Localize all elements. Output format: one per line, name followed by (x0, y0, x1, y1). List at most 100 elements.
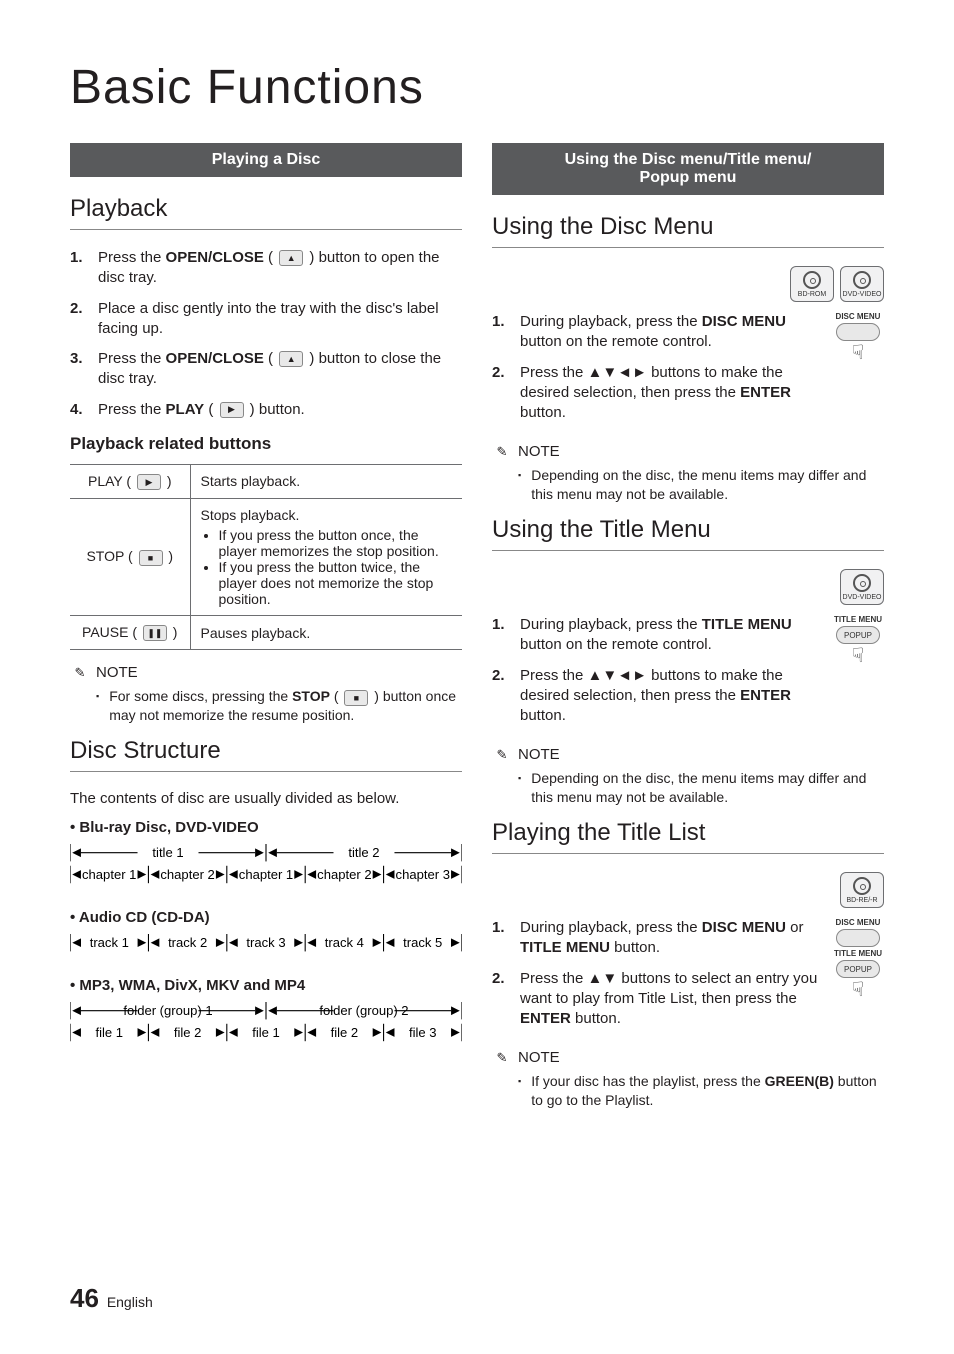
step-item: 4.Press the PLAY ( ▶ ) button. (70, 400, 462, 420)
remote-illustration: DISC MENU☟ (832, 312, 884, 363)
struct-diagram: title 1 title 2 chapter 1 chapter 2 chapter … (70, 842, 462, 901)
button-icon: ■ (139, 550, 163, 566)
step-item: 1.During playback, press the TITLE MENU … (492, 615, 822, 656)
note-text: Depending on the disc, the menu items ma… (531, 769, 884, 807)
step-item: 1.During playback, press the DISC MENU o… (492, 918, 822, 959)
button-icon: ▲ (279, 351, 303, 367)
disc-badge: BD-ROM (790, 266, 834, 302)
disc-badge: BD-RE/-R (840, 872, 884, 908)
button-icon: ▶ (137, 474, 161, 490)
button-icon: ▶ (220, 402, 244, 418)
note-text: For some discs, pressing the STOP ( ■ ) … (109, 687, 462, 725)
heading-related-buttons: Playback related buttons (70, 434, 462, 454)
hand-icon: ☟ (832, 980, 884, 1000)
bullet-square-icon: ▪ (96, 690, 99, 725)
step-item: 3.Press the OPEN/CLOSE ( ▲ ) button to c… (70, 349, 462, 390)
svg-text:track 1: track 1 (90, 935, 129, 950)
note-body: ▪ Depending on the disc, the menu items … (518, 769, 884, 807)
disc-badges: BD-RE/-R (492, 872, 884, 908)
step-item: 2.Press the ▲▼ buttons to select an entr… (492, 969, 822, 1030)
struct-head: Blu-ray Disc, DVD-VIDEO (70, 819, 462, 836)
note-icon: ✎ (492, 444, 512, 460)
note-header: ✎ NOTE (492, 443, 884, 460)
table-row: STOP ( ■ )Stops playback.If you press th… (70, 499, 462, 616)
page-number: 46 (70, 1283, 99, 1313)
note-label: NOTE (518, 746, 560, 763)
table-row: PLAY ( ▶ )Starts playback. (70, 464, 462, 498)
step-item: 2.Place a disc gently into the tray with… (70, 299, 462, 340)
note-body: ▪ Depending on the disc, the menu items … (518, 466, 884, 504)
note-body: ▪ For some discs, pressing the STOP ( ■ … (96, 687, 462, 725)
svg-text:track 3: track 3 (246, 935, 285, 950)
step-item: 2.Press the ▲▼◄► buttons to make the des… (492, 666, 822, 727)
heading-disc-structure: Disc Structure (70, 737, 462, 772)
note-header: ✎ NOTE (492, 1049, 884, 1066)
section-heading: Using the Title Menu (492, 516, 884, 551)
hand-icon: ☟ (832, 646, 884, 666)
table-row: PAUSE ( ❚❚ )Pauses playback. (70, 616, 462, 650)
playback-buttons-table: PLAY ( ▶ )Starts playback.STOP ( ■ )Stop… (70, 464, 462, 651)
svg-text:chapter 1: chapter 1 (239, 867, 293, 882)
disc-badge: DVD-VIDEO (840, 266, 884, 302)
note-icon: ✎ (492, 1050, 512, 1066)
right-column: Using the Disc menu/Title menu/ Popup me… (492, 143, 884, 1122)
note-icon: ✎ (492, 747, 512, 763)
svg-text:track 5: track 5 (403, 935, 442, 950)
button-icon: ❚❚ (143, 625, 167, 641)
section-bar-menus: Using the Disc menu/Title menu/ Popup me… (492, 143, 884, 195)
note-label: NOTE (96, 664, 138, 681)
page-language: English (107, 1294, 153, 1310)
svg-text:track 4: track 4 (325, 935, 364, 950)
remote-illustration: TITLE MENUPOPUP☟ (832, 615, 884, 666)
section-bar-playing-disc: Playing a Disc (70, 143, 462, 177)
left-column: Playing a Disc Playback 1.Press the OPEN… (70, 143, 462, 1122)
svg-text:file 2: file 2 (174, 1025, 202, 1040)
disc-badges: DVD-VIDEO (492, 569, 884, 605)
struct-diagram: folder (group) 1folder (group) 2file 1fi… (70, 1000, 462, 1059)
note-body: ▪ If your disc has the playlist, press t… (518, 1072, 884, 1110)
note-label: NOTE (518, 443, 560, 460)
note-label: NOTE (518, 1049, 560, 1066)
step-list: 1.During playback, press the TITLE MENU … (492, 615, 822, 726)
step-item: 1.Press the OPEN/CLOSE ( ▲ ) button to o… (70, 248, 462, 289)
struct-diagram: track 1 track 2 track 3 track 4 track 5 (70, 932, 462, 969)
struct-intro: The contents of disc are usually divided… (70, 790, 462, 807)
step-list: 1.During playback, press the DISC MENU b… (492, 312, 822, 423)
stop-icon: ■ (344, 690, 368, 706)
heading-playback: Playback (70, 195, 462, 230)
page-footer: 46 English (70, 1283, 153, 1314)
step-item: 2.Press the ▲▼◄► buttons to make the des… (492, 363, 822, 424)
svg-text:chapter 3: chapter 3 (396, 867, 450, 882)
struct-head: Audio CD (CD-DA) (70, 909, 462, 926)
bullet-square-icon: ▪ (518, 1075, 521, 1110)
svg-text:chapter 2: chapter 2 (317, 867, 371, 882)
svg-text:chapter 2: chapter 2 (160, 867, 214, 882)
content-columns: Playing a Disc Playback 1.Press the OPEN… (70, 143, 884, 1122)
note-text: If your disc has the playlist, press the… (531, 1072, 884, 1110)
svg-text:title 1: title 1 (152, 845, 183, 860)
section-heading: Playing the Title List (492, 819, 884, 854)
playback-steps: 1.Press the OPEN/CLOSE ( ▲ ) button to o… (70, 248, 462, 420)
struct-head: MP3, WMA, DivX, MKV and MP4 (70, 977, 462, 994)
svg-text:file 3: file 3 (409, 1025, 437, 1040)
section-heading: Using the Disc Menu (492, 213, 884, 248)
disc-badges: BD-ROMDVD-VIDEO (492, 266, 884, 302)
hand-icon: ☟ (832, 343, 884, 363)
svg-text:file 2: file 2 (331, 1025, 359, 1040)
svg-text:chapter 1: chapter 1 (82, 867, 136, 882)
svg-text:file 1: file 1 (95, 1025, 123, 1040)
note-header: ✎ NOTE (70, 664, 462, 681)
svg-text:title 2: title 2 (348, 845, 379, 860)
step-item: 1.During playback, press the DISC MENU b… (492, 312, 822, 353)
svg-text:track 2: track 2 (168, 935, 207, 950)
button-icon: ▲ (279, 250, 303, 266)
step-list: 1.During playback, press the DISC MENU o… (492, 918, 822, 1029)
disc-badge: DVD-VIDEO (840, 569, 884, 605)
remote-illustration: DISC MENUTITLE MENUPOPUP☟ (832, 918, 884, 1000)
note-icon: ✎ (70, 665, 90, 681)
disc-structure-diagrams: Blu-ray Disc, DVD-VIDEO title 1 title 2 cha… (70, 819, 462, 1059)
note-header: ✎ NOTE (492, 746, 884, 763)
bullet-square-icon: ▪ (518, 772, 521, 807)
bullet-square-icon: ▪ (518, 469, 521, 504)
page-title: Basic Functions (70, 60, 884, 115)
